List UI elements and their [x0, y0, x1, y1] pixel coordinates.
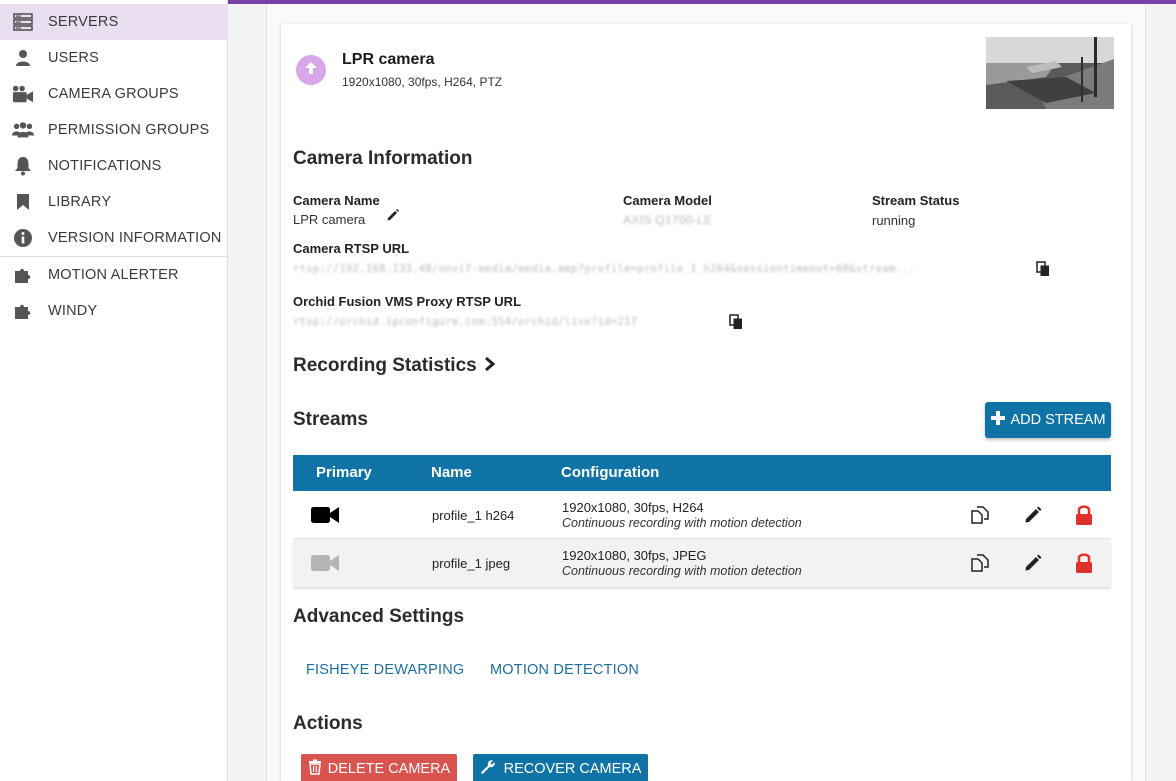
camera-summary: 1920x1080, 30fps, H264, PTZ: [342, 75, 503, 89]
video-camera-icon[interactable]: [310, 553, 340, 573]
puzzle-icon: [12, 300, 34, 322]
info-icon: [12, 227, 34, 249]
sidebar: SERVERS USERS CAMERA GROUPS PERMISSION G…: [0, 0, 228, 781]
bell-icon: [12, 155, 34, 177]
camera-model-label: Camera Model: [623, 193, 712, 208]
recover-camera-label: RECOVER CAMERA: [503, 761, 642, 777]
add-stream-label: ADD STREAM: [1010, 412, 1106, 428]
recover-camera-button[interactable]: RECOVER CAMERA: [473, 754, 648, 781]
chevron-right-icon: [484, 356, 496, 377]
edit-name-icon[interactable]: [386, 208, 402, 224]
table-row: profile_1 jpeg 1920x1080, 30fps, JPEG Co…: [293, 539, 1111, 587]
camera-groups-icon: [12, 83, 34, 105]
stream-recording-mode: Continuous recording with motion detecti…: [562, 516, 802, 530]
wrench-icon: [480, 759, 496, 779]
motion-detection-button[interactable]: MOTION DETECTION: [490, 662, 639, 678]
sidebar-item-label: PERMISSION GROUPS: [48, 122, 210, 138]
duplicate-icon[interactable]: [969, 504, 991, 526]
stream-status-label: Stream Status: [872, 193, 960, 208]
stream-config: 1920x1080, 30fps, JPEG: [562, 548, 707, 563]
streams-table-header: Primary Name Configuration: [293, 455, 1111, 491]
camera-status-badge: [296, 55, 326, 85]
sidebar-item-servers[interactable]: SERVERS: [0, 4, 228, 40]
column-header-configuration: Configuration: [561, 464, 660, 481]
advanced-settings-heading: Advanced Settings: [293, 606, 465, 627]
edit-stream-icon[interactable]: [1022, 552, 1044, 574]
camera-name-value: LPR camera: [293, 212, 366, 227]
proxy-rtsp-label: Orchid Fusion VMS Proxy RTSP URL: [293, 294, 522, 309]
trash-icon: [308, 759, 322, 779]
duplicate-icon[interactable]: [969, 552, 991, 574]
copy-proxy-icon[interactable]: [729, 314, 745, 330]
puzzle-icon: [12, 264, 34, 286]
sidebar-item-library[interactable]: LIBRARY: [0, 184, 228, 220]
actions-heading: Actions: [293, 713, 363, 734]
sidebar-item-label: VERSION INFORMATION: [48, 230, 222, 246]
camera-model-value: AXIS Q1700-LE: [623, 213, 713, 227]
delete-camera-label: DELETE CAMERA: [327, 761, 451, 777]
delete-camera-button[interactable]: DELETE CAMERA: [301, 754, 457, 781]
sidebar-item-label: CAMERA GROUPS: [48, 86, 179, 102]
stream-status-value: running: [872, 213, 916, 228]
sidebar-item-permission-groups[interactable]: PERMISSION GROUPS: [0, 112, 228, 148]
stream-recording-mode: Continuous recording with motion detecti…: [562, 564, 802, 578]
camera-information-heading: Camera Information: [293, 148, 473, 169]
user-icon: [12, 47, 34, 69]
sidebar-item-label: SERVERS: [48, 14, 119, 30]
sidebar-item-users[interactable]: USERS: [0, 40, 228, 76]
stream-config: 1920x1080, 30fps, H264: [562, 500, 704, 515]
plus-icon: [990, 410, 1006, 430]
sidebar-item-label: LIBRARY: [48, 194, 112, 210]
people-icon: [12, 119, 34, 141]
camera-rtsp-value: rtsp://192.168.133.48/onvif-media/media.…: [293, 263, 916, 275]
sidebar-item-label: NOTIFICATIONS: [48, 158, 162, 174]
add-stream-button[interactable]: ADD STREAM: [985, 402, 1111, 438]
recording-statistics-heading: Recording Statistics: [293, 355, 477, 376]
sidebar-item-notifications[interactable]: NOTIFICATIONS: [0, 148, 228, 184]
camera-rtsp-label: Camera RTSP URL: [293, 241, 410, 256]
sidebar-item-motion-alerter[interactable]: MOTION ALERTER: [0, 257, 228, 293]
camera-name-label: Camera Name: [293, 193, 380, 208]
column-header-primary: Primary: [316, 464, 372, 481]
sidebar-item-label: WINDY: [48, 303, 98, 319]
sidebar-item-label: MOTION ALERTER: [48, 267, 179, 283]
sidebar-item-version-information[interactable]: VERSION INFORMATION: [0, 220, 228, 256]
edit-stream-icon[interactable]: [1022, 504, 1044, 526]
proxy-rtsp-value: rtsp://orchid.ipconfigure.com:554/orchid…: [293, 316, 638, 328]
stream-name: profile_1 jpeg: [432, 556, 511, 571]
servers-icon: [12, 11, 34, 33]
arrow-up-icon: [303, 60, 319, 81]
recording-statistics-toggle[interactable]: Recording Statistics: [293, 355, 496, 377]
streams-heading: Streams: [293, 409, 368, 430]
stream-name: profile_1 h264: [432, 508, 515, 523]
lock-icon[interactable]: [1074, 503, 1094, 527]
sidebar-item-label: USERS: [48, 50, 99, 66]
video-camera-icon[interactable]: [310, 505, 340, 525]
camera-title: LPR camera: [342, 51, 435, 68]
lock-icon[interactable]: [1074, 551, 1094, 575]
table-row: profile_1 h264 1920x1080, 30fps, H264 Co…: [293, 491, 1111, 539]
bookmark-icon: [12, 191, 34, 213]
column-header-name: Name: [431, 464, 472, 481]
copy-rtsp-icon[interactable]: [1036, 261, 1052, 277]
sidebar-item-windy[interactable]: WINDY: [0, 293, 228, 329]
fisheye-dewarping-button[interactable]: FISHEYE DEWARPING: [306, 662, 464, 678]
sidebar-item-camera-groups[interactable]: CAMERA GROUPS: [0, 76, 228, 112]
camera-thumbnail[interactable]: [986, 37, 1114, 109]
